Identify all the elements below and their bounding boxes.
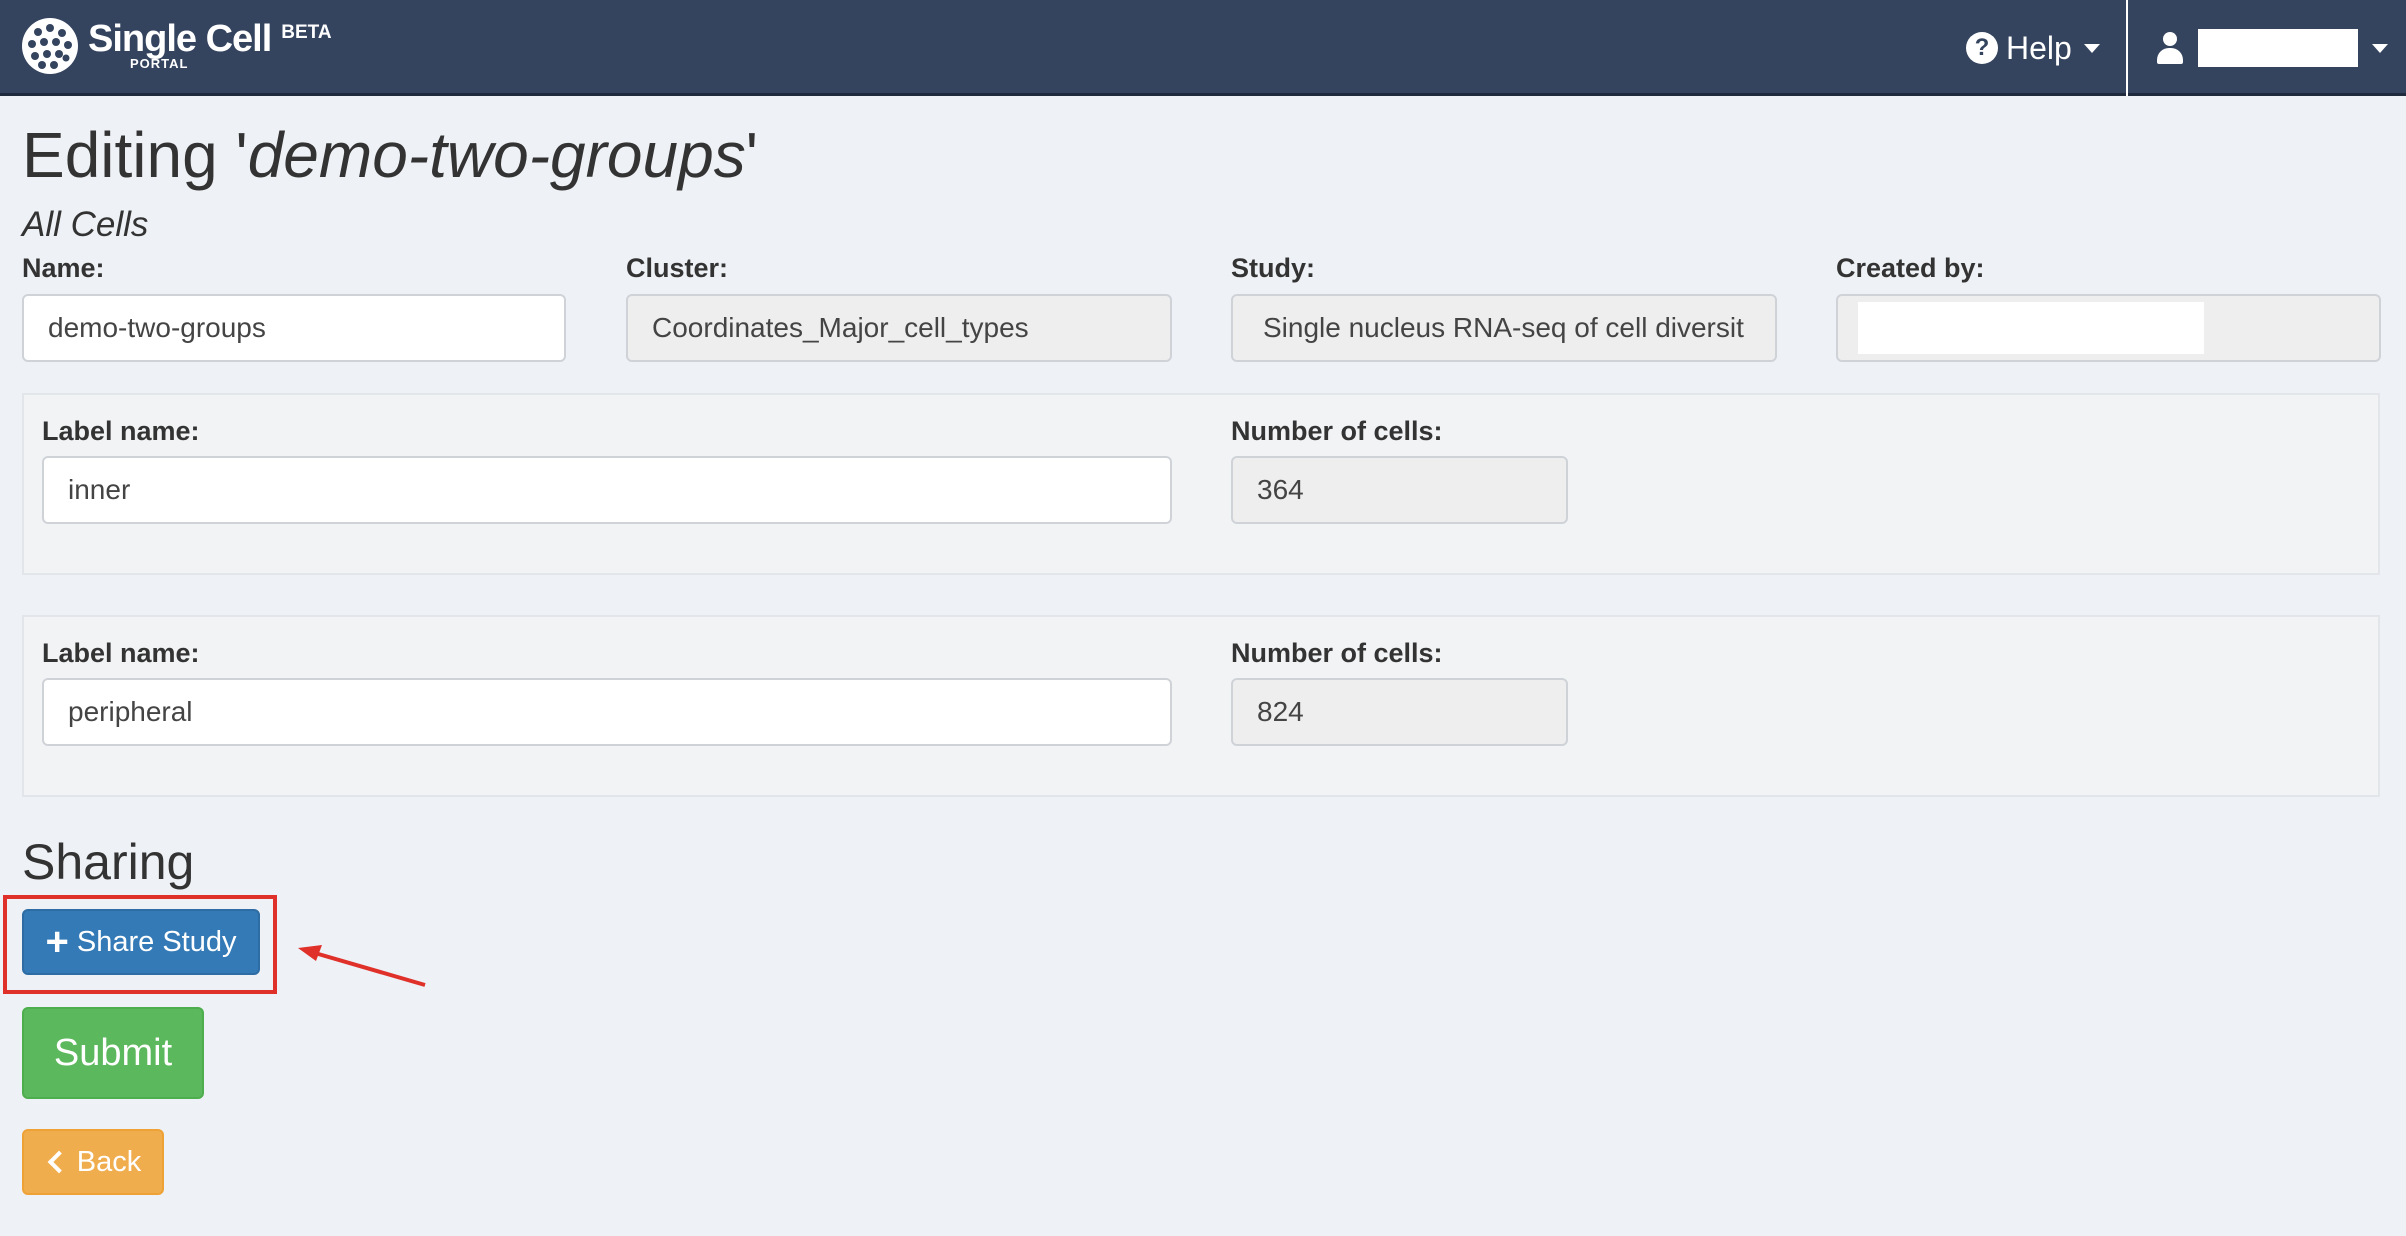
created-by-redacted [1858, 302, 2204, 354]
page-subtitle: All Cells [22, 205, 149, 244]
beta-badge: BETA [281, 22, 332, 43]
brand-text: Single Cell PORTAL [88, 16, 272, 71]
annotation-arrow [298, 945, 426, 987]
page-title: Editing 'demo-two-groups' [22, 115, 758, 195]
chevron-left-icon [47, 1150, 71, 1174]
back-label: Back [76, 1145, 142, 1178]
name-label: Name: [22, 253, 105, 283]
cells-count-field: 364 [1231, 456, 1568, 524]
plus-icon: + [45, 920, 69, 964]
help-menu[interactable]: ? Help [1966, 28, 2100, 68]
study-field: Single nucleus RNA-seq of cell diversit [1231, 294, 1777, 362]
user-name-redacted [2198, 29, 2358, 67]
caret-down-icon [2372, 43, 2388, 53]
label-name-label: Label name: [42, 416, 200, 446]
logo-icon [22, 18, 78, 74]
navbar: Single Cell PORTAL BETA ? Help [0, 0, 2406, 96]
study-label: Study: [1231, 253, 1315, 283]
cluster-label: Cluster: [626, 253, 729, 283]
user-icon [2156, 32, 2184, 64]
title-suffix: ' [745, 119, 758, 191]
submit-button[interactable]: Submit [22, 1007, 204, 1099]
created-by-label: Created by: [1836, 253, 1985, 283]
help-label: Help [2006, 29, 2072, 66]
help-icon: ? [1966, 32, 1998, 64]
name-input[interactable]: demo-two-groups [22, 294, 566, 362]
share-study-button[interactable]: + Share Study [22, 909, 260, 975]
brand-portal: PORTAL [130, 56, 189, 71]
nav-divider [2126, 0, 2128, 96]
label-name-label: Label name: [42, 638, 200, 668]
cells-count-label: Number of cells: [1231, 416, 1443, 446]
cells-count-label: Number of cells: [1231, 638, 1443, 668]
brand-link[interactable]: Single Cell PORTAL BETA [20, 16, 332, 80]
title-name: demo-two-groups [247, 119, 746, 191]
label-name-input[interactable]: peripheral [42, 678, 1172, 746]
cells-count-field: 824 [1231, 678, 1568, 746]
label-name-input[interactable]: inner [42, 456, 1172, 524]
share-study-label: Share Study [76, 925, 237, 958]
title-prefix: Editing ' [22, 119, 248, 191]
back-button[interactable]: Back [22, 1129, 164, 1195]
sharing-title: Sharing [22, 834, 195, 890]
cluster-field: Coordinates_Major_cell_types [626, 294, 1172, 362]
user-menu[interactable] [2156, 26, 2388, 70]
caret-down-icon [2083, 43, 2100, 53]
